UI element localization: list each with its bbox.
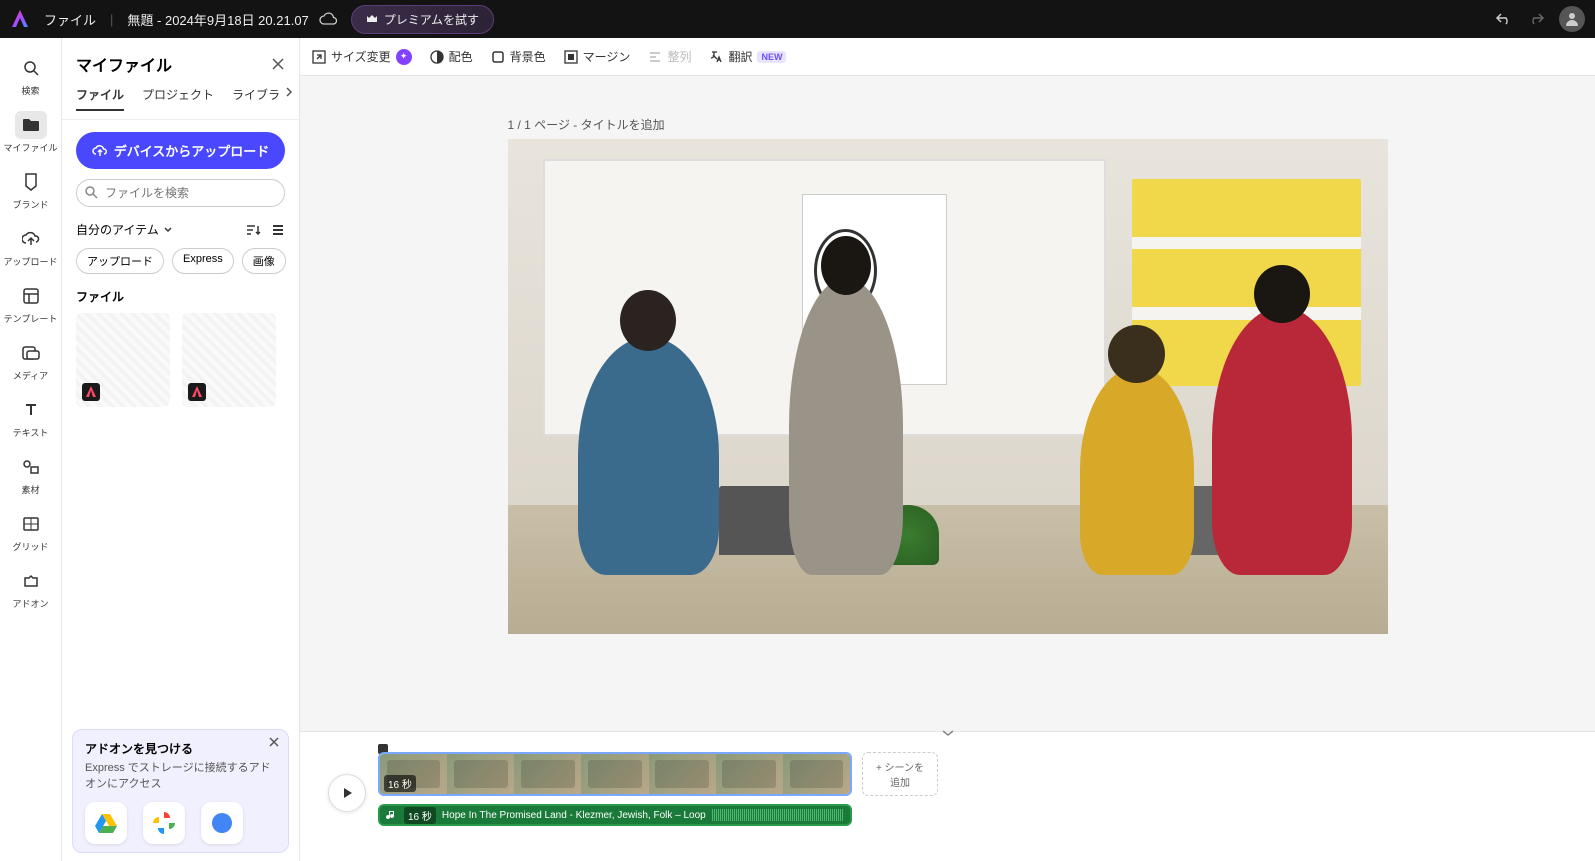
rail-upload[interactable]: アップロード — [4, 219, 58, 274]
panel-title: マイファイル — [76, 52, 172, 76]
close-addon-card[interactable] — [268, 736, 280, 748]
video-duration-badge: 16 秒 — [384, 775, 416, 792]
rail-grid[interactable]: グリッド — [4, 504, 58, 559]
undo-button[interactable] — [1495, 11, 1513, 27]
tab-library[interactable]: ライブラ — [232, 86, 280, 111]
rail-brand[interactable]: ブランド — [4, 162, 58, 217]
upload-from-device-button[interactable]: デバイスからアップロード — [76, 132, 285, 169]
file-menu[interactable]: ファイル — [44, 10, 96, 29]
rail-search[interactable]: 検索 — [4, 48, 58, 103]
side-panel: マイファイル ファイル プロジェクト ライブラ デバイスからアップロード 自分の… — [62, 38, 300, 861]
rail-addon[interactable]: アドオン — [4, 561, 58, 616]
grid-icon — [15, 510, 47, 538]
tabs-scroll-right[interactable] — [283, 86, 295, 98]
addon-promo-card: アドオンを見つける Express でストレージに接続するアドオンにアクセス — [72, 729, 289, 853]
new-badge: NEW — [757, 51, 786, 63]
express-badge-icon — [82, 383, 100, 401]
document-title[interactable]: 無題 - 2024年9月18日 20.21.07 — [127, 10, 308, 29]
add-scene-button[interactable]: + シーンを 追加 — [862, 752, 938, 796]
addon-card-desc: Express でストレージに接続するアドオンにアクセス — [85, 761, 276, 792]
premium-label: プレミアムを試す — [384, 11, 479, 28]
files-section-label: ファイル — [62, 284, 299, 313]
rail-asset[interactable]: 素材 — [4, 447, 58, 502]
cloud-upload-icon — [92, 144, 108, 158]
file-thumbnail[interactable] — [182, 313, 276, 407]
tab-projects[interactable]: プロジェクト — [142, 86, 214, 111]
audio-duration-badge: 16 秒 — [404, 807, 436, 824]
redo-button[interactable] — [1527, 11, 1545, 27]
music-note-icon — [386, 809, 398, 821]
sort-button[interactable] — [245, 223, 261, 237]
text-icon — [15, 396, 47, 424]
premium-badge-icon: ✦ — [396, 49, 412, 65]
brand-icon — [15, 168, 47, 196]
list-view-button[interactable] — [271, 223, 285, 237]
waveform — [712, 809, 844, 821]
file-thumbnail[interactable] — [76, 313, 170, 407]
timeline: 16 秒 + シーンを 追加 16 秒 Hope In The Promised… — [300, 731, 1595, 861]
video-frame-content — [508, 139, 1388, 634]
video-clip[interactable]: 16 秒 — [378, 752, 852, 796]
addon-gphotos[interactable] — [143, 802, 185, 844]
canvas-page[interactable] — [508, 139, 1388, 634]
my-items-dropdown[interactable]: 自分のアイテム — [76, 221, 173, 238]
search-icon — [84, 185, 98, 199]
shapes-icon — [15, 453, 47, 481]
user-avatar[interactable] — [1559, 6, 1585, 32]
try-premium-button[interactable]: プレミアムを試す — [351, 5, 494, 34]
play-button[interactable] — [328, 774, 366, 812]
close-panel-button[interactable] — [271, 57, 285, 71]
chevron-down-icon — [163, 225, 173, 235]
translate-button[interactable]: 翻訳NEW — [709, 48, 786, 65]
rail-template[interactable]: テンプレート — [4, 276, 58, 331]
addon-card-title: アドオンを見つける — [85, 740, 276, 757]
align-button: 整列 — [648, 48, 691, 65]
addon-more[interactable] — [201, 802, 243, 844]
cloud-sync-icon[interactable] — [319, 12, 337, 26]
separator: | — [110, 12, 113, 27]
resize-button[interactable]: サイズ変更✦ — [312, 48, 412, 65]
rail-media[interactable]: メディア — [4, 333, 58, 388]
app-header: ファイル | 無題 - 2024年9月18日 20.21.07 プレミアムを試す — [0, 0, 1595, 38]
media-icon — [15, 339, 47, 367]
panel-tabs: ファイル プロジェクト ライブラ — [62, 86, 299, 120]
upload-icon — [15, 225, 47, 253]
chip-image[interactable]: 画像 — [242, 248, 286, 274]
canvas-area: サイズ変更✦ 配色 背景色 マージン 整列 翻訳NEW 1 / 1 ページ - … — [300, 38, 1595, 861]
rail-myfiles[interactable]: マイファイル — [4, 105, 58, 160]
audio-clip[interactable]: 16 秒 Hope In The Promised Land - Klezmer… — [378, 804, 852, 826]
folder-icon — [15, 111, 47, 139]
collapse-timeline-button[interactable] — [940, 728, 956, 738]
search-files-input[interactable] — [76, 179, 285, 207]
tab-files[interactable]: ファイル — [76, 86, 124, 111]
canvas-toolbar: サイズ変更✦ 配色 背景色 マージン 整列 翻訳NEW — [300, 38, 1595, 76]
chip-express[interactable]: Express — [172, 248, 234, 274]
margin-button[interactable]: マージン — [564, 48, 631, 65]
audio-clip-title: Hope In The Promised Land - Klezmer, Jew… — [442, 810, 706, 821]
chip-upload[interactable]: アップロード — [76, 248, 164, 274]
template-icon — [15, 282, 47, 310]
color-scheme-button[interactable]: 配色 — [430, 48, 473, 65]
express-badge-icon — [188, 383, 206, 401]
page-indicator[interactable]: 1 / 1 ページ - タイトルを追加 — [508, 116, 1388, 133]
background-color-button[interactable]: 背景色 — [491, 48, 546, 65]
rail-text[interactable]: テキスト — [4, 390, 58, 445]
crown-icon — [366, 13, 378, 25]
addon-icon — [15, 567, 47, 595]
left-rail: 検索 マイファイル ブランド アップロード テンプレート メディア テキスト 素… — [0, 38, 62, 861]
search-icon — [15, 54, 47, 82]
app-logo[interactable] — [10, 8, 32, 30]
addon-gdrive[interactable] — [85, 802, 127, 844]
